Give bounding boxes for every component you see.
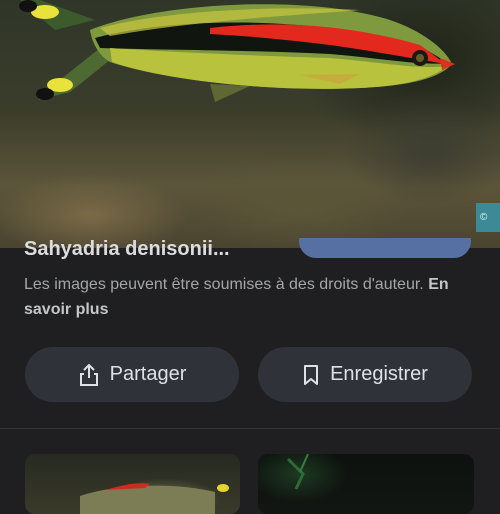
watermark-badge: ©: [476, 203, 500, 232]
share-button[interactable]: Partager: [25, 347, 239, 402]
divider: [0, 428, 500, 429]
save-button[interactable]: Enregistrer: [258, 347, 472, 402]
related-image-thumbnail[interactable]: [25, 454, 240, 514]
save-label: Enregistrer: [330, 363, 428, 385]
related-image-thumbnail[interactable]: [258, 454, 474, 514]
fish-illustration: [19, 0, 455, 102]
share-label: Partager: [109, 363, 187, 385]
visit-button[interactable]: [299, 238, 471, 258]
copyright-notice: Les images peuvent être soumises à des d…: [24, 272, 484, 322]
image-title[interactable]: Sahyadria denisonii...: [24, 238, 230, 261]
fish-thumbnail-icon: [80, 483, 229, 514]
hero-image[interactable]: ©: [0, 0, 500, 248]
bookmark-icon: [304, 364, 319, 385]
title-row: Sahyadria denisonii...: [24, 238, 484, 264]
share-icon: [79, 363, 98, 386]
aquarium-thumbnail-icon: [286, 454, 309, 490]
copyright-text: Les images peuvent être soumises à des d…: [24, 276, 424, 293]
